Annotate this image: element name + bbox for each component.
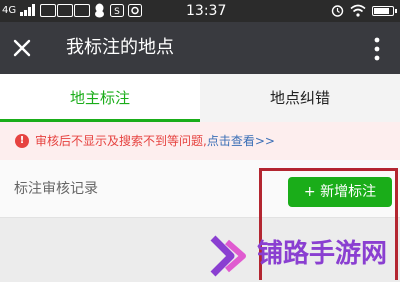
network-type: 4G	[2, 5, 17, 16]
wifi-icon	[350, 4, 366, 17]
notice-message: 审核后不显示及搜索不到等问题,点击查看>>	[35, 122, 275, 160]
alarm-icon	[331, 5, 344, 17]
notice-text: 审核后不显示及搜索不到等问题,	[35, 134, 207, 148]
settings-box-icon	[128, 4, 142, 17]
tab-owner-annotation[interactable]: 地主标注	[0, 74, 200, 122]
page-title: 我标注的地点	[66, 37, 174, 58]
tab-location-correction[interactable]: 地点纠错	[200, 74, 400, 122]
clock: 13:37	[186, 3, 227, 19]
title-bar: 我标注的地点	[0, 22, 400, 74]
signal-icon	[20, 4, 38, 16]
records-label: 标注审核记录	[14, 181, 98, 197]
close-icon[interactable]	[10, 36, 34, 60]
watermark-text: 铺路手游网	[257, 239, 388, 269]
watermark-logo-icon	[210, 235, 246, 277]
watermark: 铺路手游网	[205, 232, 400, 282]
status-bar: 4G S 13:37	[0, 0, 400, 22]
carrier-badge-icon	[57, 4, 73, 17]
qq-icon	[95, 3, 104, 18]
more-vertical-icon[interactable]	[368, 36, 386, 62]
sms-icon: S	[110, 4, 124, 17]
battery-level	[374, 8, 389, 14]
svg-text:S: S	[114, 7, 120, 17]
notice-link[interactable]: 点击查看>>	[207, 134, 275, 148]
exclamation-icon: !	[15, 134, 29, 148]
carrier-badge-icon	[40, 4, 56, 17]
tab-bar: 地主标注 地点纠错	[0, 74, 400, 122]
battery-icon	[372, 6, 397, 16]
carrier-badge-icon	[74, 4, 90, 17]
notice-banner: ! 审核后不显示及搜索不到等问题,点击查看>>	[0, 122, 400, 160]
